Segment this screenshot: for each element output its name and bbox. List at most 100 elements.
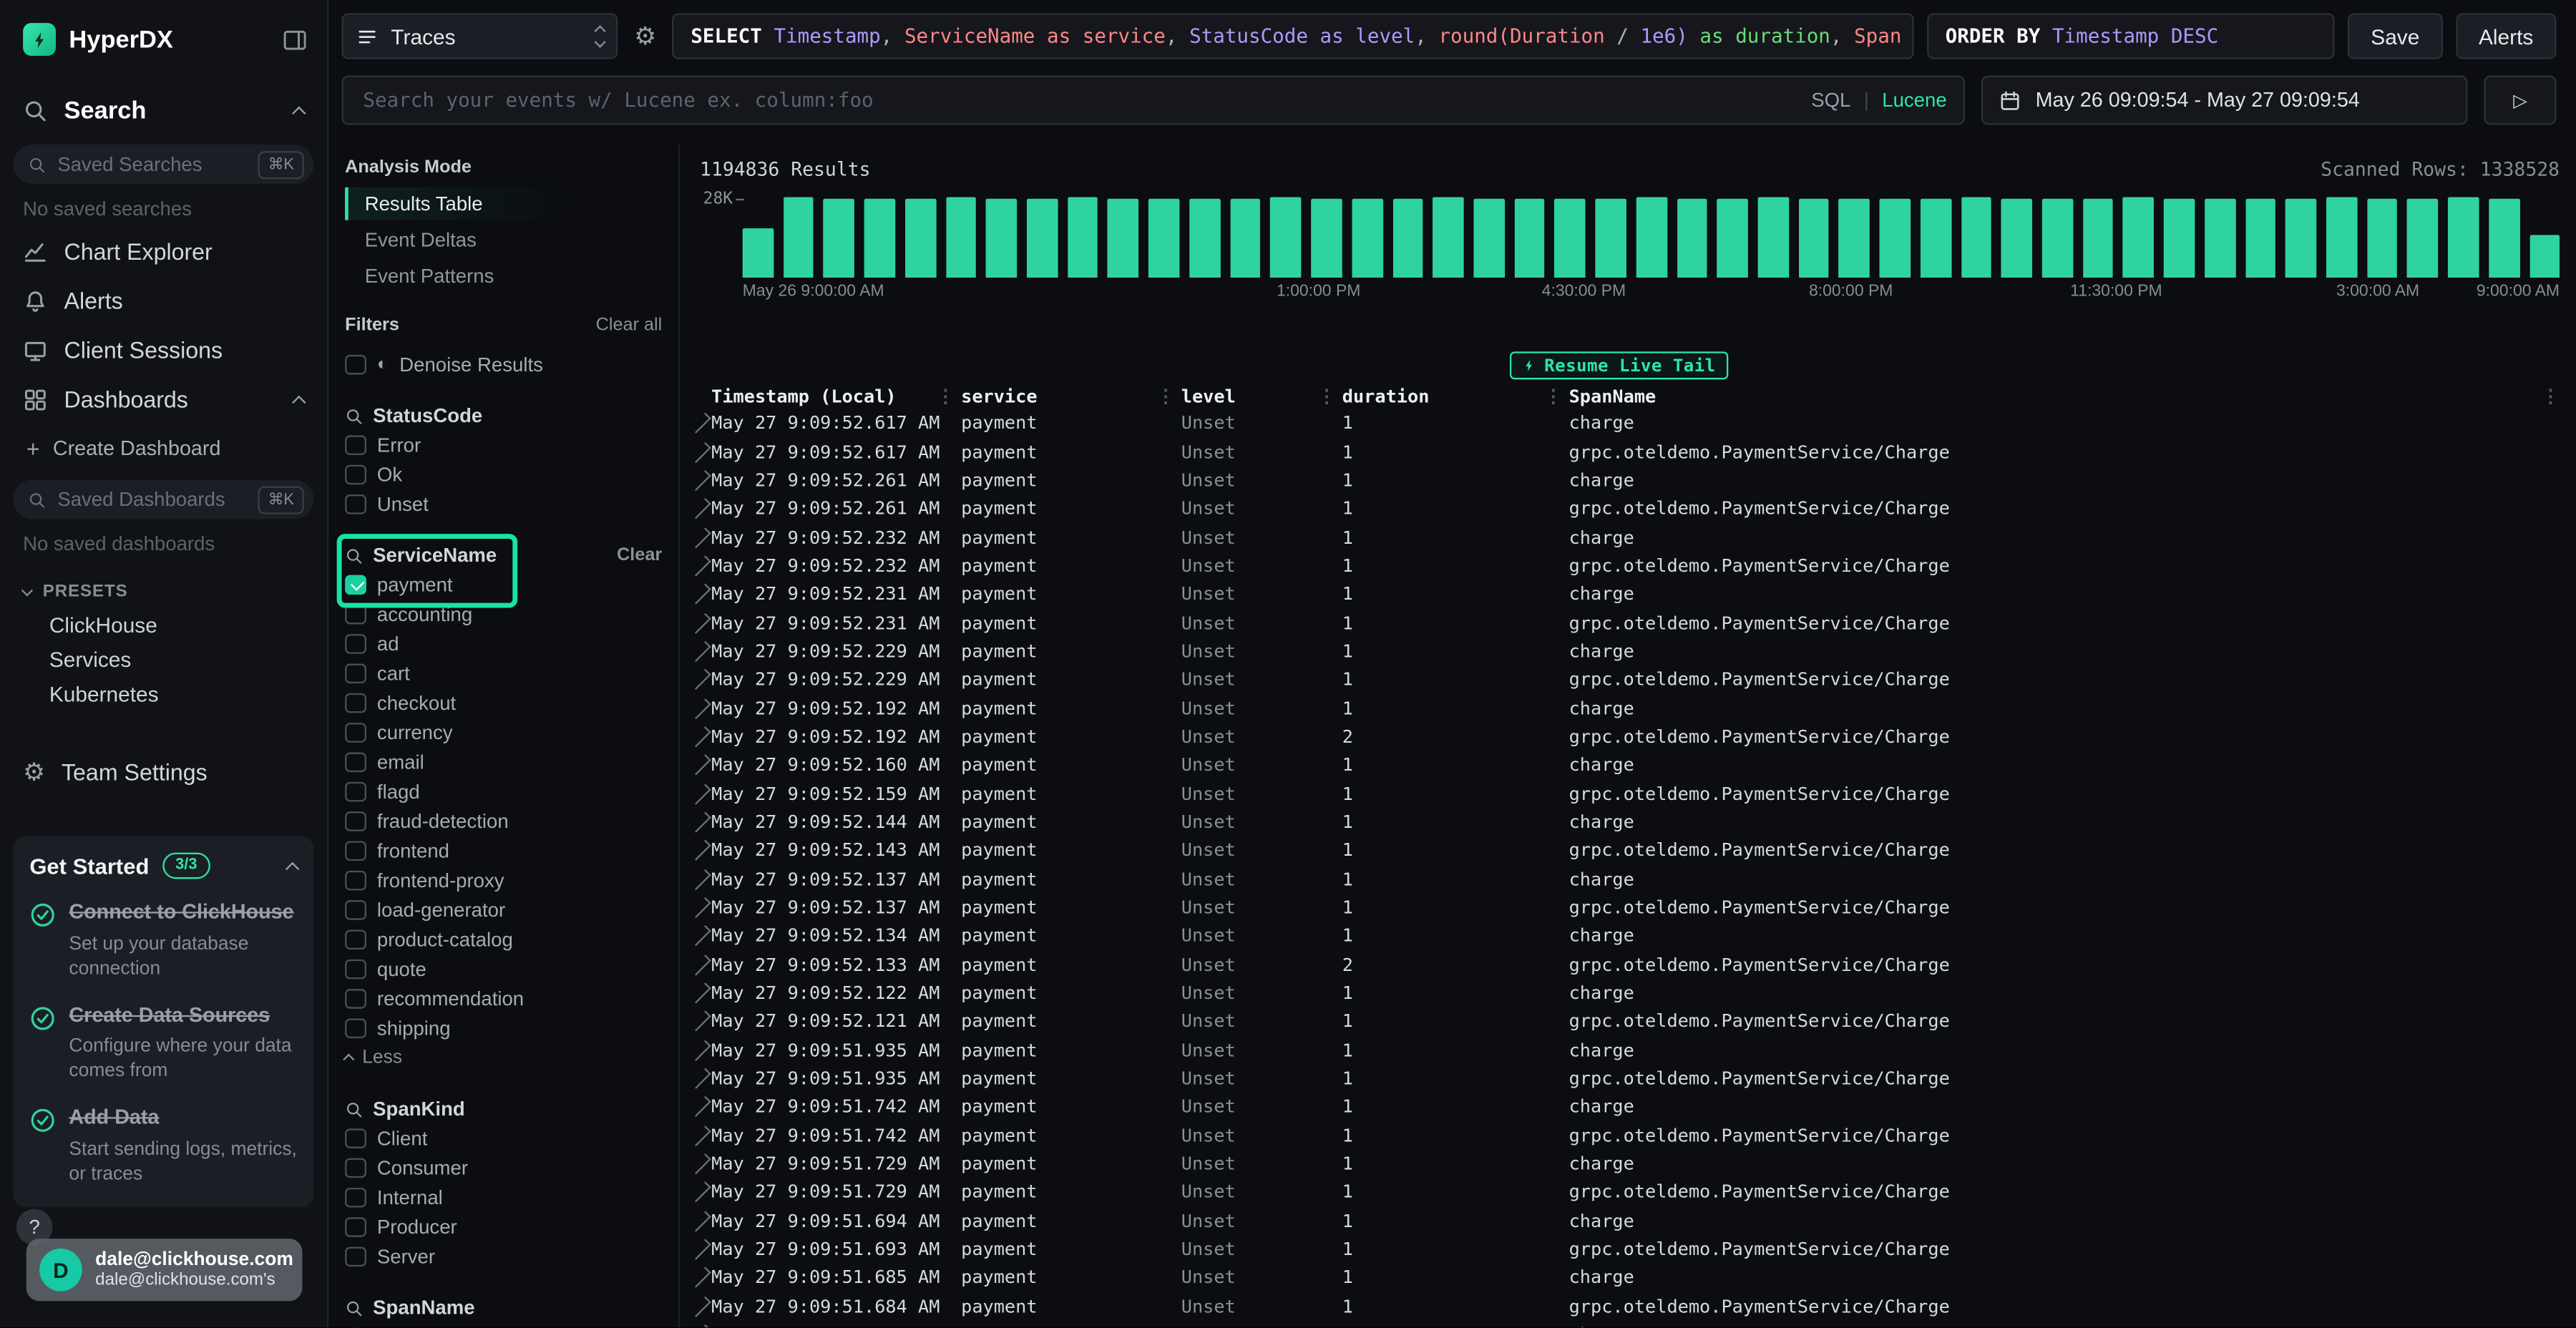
histogram-bar[interactable] bbox=[1717, 199, 1748, 278]
date-range-picker[interactable]: May 26 09:09:54 - May 27 09:09:54 bbox=[1981, 76, 2468, 125]
table-row[interactable]: May 27 9:09:52.232 AM payment Unset 1 ch… bbox=[685, 523, 2576, 552]
filter-option[interactable]: fraud-detection bbox=[345, 806, 662, 836]
checkbox[interactable] bbox=[345, 752, 366, 773]
checkbox[interactable] bbox=[345, 959, 366, 980]
filter-option[interactable]: Ok bbox=[345, 460, 662, 489]
saved-dashboards-input[interactable]: Saved Dashboards ⌘K bbox=[13, 479, 313, 519]
sidebar-item-client-sessions[interactable]: Client Sessions bbox=[0, 326, 327, 375]
expand-row-icon[interactable] bbox=[691, 926, 711, 947]
column-header-spanname[interactable]: SpanName ⋮ bbox=[1569, 386, 2567, 408]
table-row[interactable]: May 27 9:09:51.685 AM payment Unset 1 ch… bbox=[685, 1264, 2576, 1292]
table-row[interactable]: May 27 9:09:52.261 AM payment Unset 1 gr… bbox=[685, 494, 2576, 523]
column-menu-icon[interactable]: ⋮ bbox=[937, 388, 955, 406]
filter-option[interactable]: charge bbox=[345, 1322, 662, 1328]
column-menu-icon[interactable]: ⋮ bbox=[1544, 388, 1562, 406]
table-row[interactable]: May 27 9:09:51.742 AM payment Unset 1 ch… bbox=[685, 1093, 2576, 1121]
expand-row-icon[interactable] bbox=[691, 1068, 711, 1089]
histogram-bar[interactable] bbox=[1271, 197, 1302, 278]
checkbox[interactable] bbox=[345, 435, 366, 456]
column-header-service[interactable]: service ⋮ bbox=[961, 386, 1181, 408]
get-started-header[interactable]: Get Started 3/3 bbox=[29, 853, 297, 880]
filter-option[interactable]: quote bbox=[345, 954, 662, 984]
checkbox[interactable] bbox=[345, 900, 366, 921]
checkbox[interactable] bbox=[345, 1158, 366, 1178]
checkbox[interactable] bbox=[345, 1246, 366, 1267]
expand-row-icon[interactable] bbox=[691, 698, 711, 718]
filter-option[interactable]: ad bbox=[345, 629, 662, 658]
expand-row-icon[interactable] bbox=[691, 1296, 711, 1317]
expand-row-icon[interactable] bbox=[691, 811, 711, 832]
table-row[interactable]: May 27 9:09:52.160 AM payment Unset 1 ch… bbox=[685, 751, 2576, 780]
expand-row-icon[interactable] bbox=[691, 954, 711, 975]
table-row[interactable]: May 27 9:09:52.229 AM payment Unset 1 gr… bbox=[685, 665, 2576, 694]
expand-row-icon[interactable] bbox=[691, 413, 711, 434]
filter-option[interactable]: Error bbox=[345, 431, 662, 460]
histogram-bar[interactable] bbox=[784, 198, 814, 278]
histogram-bar[interactable] bbox=[1108, 199, 1139, 278]
histogram-bar[interactable] bbox=[1514, 199, 1545, 278]
expand-row-icon[interactable] bbox=[691, 755, 711, 776]
checkbox[interactable] bbox=[345, 354, 366, 375]
expand-row-icon[interactable] bbox=[691, 498, 711, 519]
checkbox[interactable] bbox=[345, 723, 366, 743]
expand-row-icon[interactable] bbox=[691, 1125, 711, 1146]
sql-query-display[interactable]: SELECT Timestamp , ServiceName as servic… bbox=[673, 13, 1914, 59]
expand-row-icon[interactable] bbox=[691, 897, 711, 918]
histogram-bar[interactable] bbox=[824, 199, 854, 278]
filter-group-title[interactable]: StatusCode bbox=[373, 404, 482, 427]
expand-row-icon[interactable] bbox=[691, 470, 711, 491]
filter-option[interactable]: load-generator bbox=[345, 895, 662, 924]
checkbox[interactable] bbox=[345, 604, 366, 625]
table-row[interactable]: May 27 9:09:52.232 AM payment Unset 1 gr… bbox=[685, 552, 2576, 580]
table-row[interactable]: May 27 9:09:52.133 AM payment Unset 2 gr… bbox=[685, 950, 2576, 979]
table-row[interactable]: May 27 9:09:51.729 AM payment Unset 1 gr… bbox=[685, 1178, 2576, 1207]
expand-row-icon[interactable] bbox=[691, 1011, 711, 1032]
expand-row-icon[interactable] bbox=[691, 1324, 711, 1328]
sidebar-item-chart-explorer[interactable]: Chart Explorer bbox=[0, 227, 327, 276]
histogram-bar[interactable] bbox=[2285, 199, 2316, 278]
checkbox[interactable] bbox=[345, 989, 366, 1010]
histogram-bar[interactable] bbox=[1596, 199, 1626, 278]
histogram-bar[interactable] bbox=[1839, 198, 1870, 278]
expand-row-icon[interactable] bbox=[691, 869, 711, 889]
checkbox[interactable] bbox=[345, 494, 366, 514]
histogram-bar[interactable] bbox=[1027, 200, 1058, 278]
filter-option[interactable]: email bbox=[345, 748, 662, 777]
filter-option[interactable]: currency bbox=[345, 718, 662, 747]
table-row[interactable]: May 27 9:09:52.192 AM payment Unset 1 ch… bbox=[685, 694, 2576, 723]
histogram-bar[interactable] bbox=[2245, 198, 2276, 278]
checkbox[interactable] bbox=[345, 1018, 366, 1039]
histogram-bar[interactable] bbox=[2326, 197, 2357, 278]
collapse-sidebar-icon[interactable] bbox=[283, 27, 307, 52]
filter-option[interactable]: frontend bbox=[345, 836, 662, 866]
histogram-bar[interactable] bbox=[1230, 198, 1261, 278]
expand-row-icon[interactable] bbox=[691, 840, 711, 861]
histogram-bar[interactable] bbox=[1352, 198, 1382, 278]
checkbox[interactable] bbox=[345, 811, 366, 832]
table-row[interactable]: May 27 9:09:52.261 AM payment Unset 1 ch… bbox=[685, 466, 2576, 494]
table-row[interactable]: May 27 9:09:52.617 AM payment Unset 1 ch… bbox=[685, 409, 2576, 438]
denoise-results-checkbox-row[interactable]: ◐ Denoise Results bbox=[345, 350, 662, 379]
histogram-bar[interactable] bbox=[986, 198, 1017, 278]
filter-option[interactable]: flagd bbox=[345, 777, 662, 806]
histogram-bar[interactable] bbox=[2164, 198, 2195, 278]
table-row[interactable]: May 27 9:09:51.935 AM payment Unset 1 gr… bbox=[685, 1065, 2576, 1093]
histogram-bar[interactable] bbox=[1555, 198, 1586, 278]
create-dashboard-button[interactable]: + Create Dashboard bbox=[0, 427, 327, 470]
show-less-link[interactable]: Less bbox=[345, 1043, 662, 1073]
histogram-bar[interactable] bbox=[1148, 198, 1179, 278]
expand-row-icon[interactable] bbox=[691, 1268, 711, 1289]
table-row[interactable]: May 27 9:09:52.143 AM payment Unset 1 gr… bbox=[685, 836, 2576, 865]
expand-row-icon[interactable] bbox=[691, 1239, 711, 1260]
expand-row-icon[interactable] bbox=[691, 441, 711, 462]
search-input[interactable] bbox=[360, 87, 1798, 114]
table-row[interactable]: May 27 9:09:52.144 AM payment Unset 1 ch… bbox=[685, 808, 2576, 836]
filter-option[interactable]: Unset bbox=[345, 489, 662, 519]
histogram-bar[interactable] bbox=[1636, 197, 1667, 278]
checkbox[interactable] bbox=[345, 663, 366, 684]
filter-option[interactable]: frontend-proxy bbox=[345, 866, 662, 895]
histogram-bar[interactable] bbox=[743, 228, 774, 278]
sidebar-item-dashboards[interactable]: Dashboards bbox=[0, 374, 327, 424]
checkbox[interactable] bbox=[345, 693, 366, 713]
table-row[interactable]: May 27 9:09:52.617 AM payment Unset 1 gr… bbox=[685, 438, 2576, 467]
